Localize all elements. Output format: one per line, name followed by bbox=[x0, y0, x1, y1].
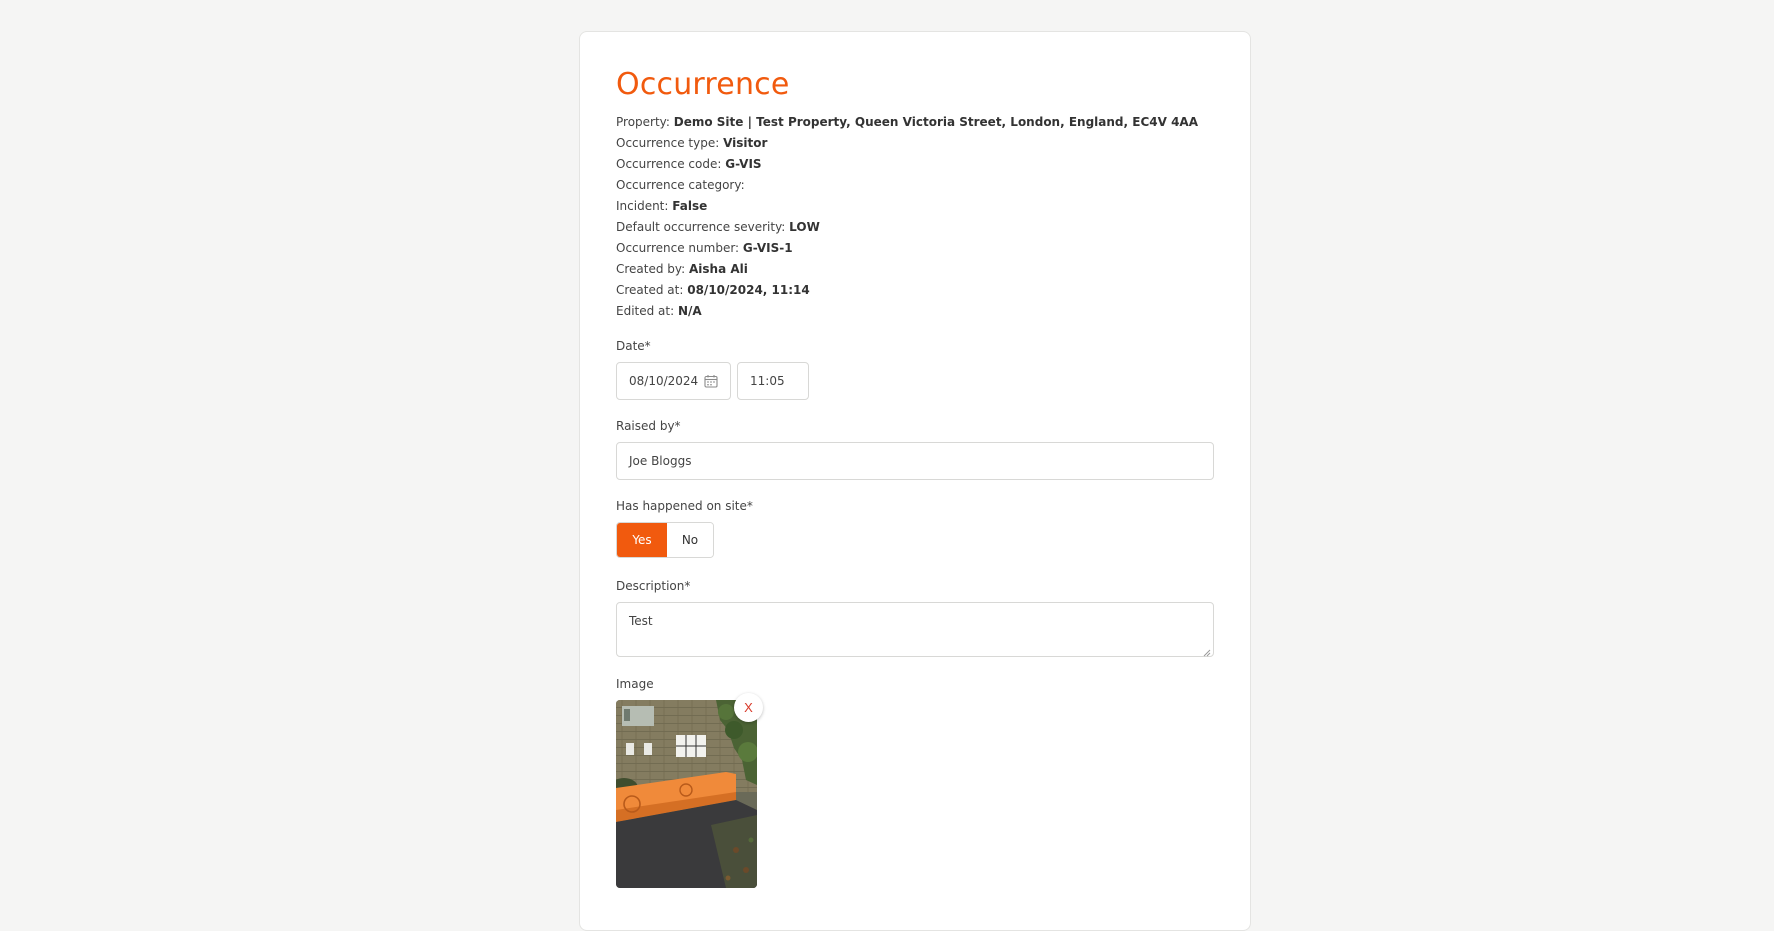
meta-created-by: Created by: Aisha Ali bbox=[616, 259, 1216, 280]
occurrence-card: Occurrence Property: Demo Site | Test Pr… bbox=[579, 31, 1251, 931]
description-value: Test bbox=[629, 614, 653, 628]
meta-label: Occurrence code: bbox=[616, 157, 726, 171]
uploaded-image[interactable] bbox=[616, 700, 757, 888]
resize-grip-icon[interactable] bbox=[1203, 646, 1211, 657]
meta-label: Incident: bbox=[616, 199, 673, 213]
on-site-yes-button[interactable]: Yes bbox=[617, 523, 667, 557]
on-site-toggle: Yes No bbox=[616, 522, 714, 558]
date-value: 08/10/2024 bbox=[629, 374, 699, 388]
meta-label: Occurrence type: bbox=[616, 136, 724, 150]
description-textarea[interactable]: Test bbox=[616, 602, 1214, 657]
meta-property: Property: Demo Site | Test Property, Que… bbox=[616, 112, 1216, 133]
image-label: Image bbox=[616, 677, 654, 691]
meta-value: Visitor bbox=[723, 136, 768, 150]
meta-value: 08/10/2024, 11:14 bbox=[687, 283, 810, 297]
meta-label: Created at: bbox=[616, 283, 688, 297]
date-input[interactable]: 08/10/2024 bbox=[616, 362, 731, 400]
meta-occurrence-type: Occurrence type: Visitor bbox=[616, 133, 1216, 154]
meta-value: False bbox=[672, 199, 708, 213]
meta-created-at: Created at: 08/10/2024, 11:14 bbox=[616, 280, 1216, 301]
uploaded-image-graphic bbox=[616, 700, 757, 888]
meta-occurrence-code: Occurrence code: G-VIS bbox=[616, 154, 1216, 175]
meta-label: Occurrence number: bbox=[616, 241, 743, 255]
meta-default-severity: Default occurrence severity: LOW bbox=[616, 217, 1216, 238]
meta-label: Edited at: bbox=[616, 304, 678, 318]
meta-occurrence-category: Occurrence category: bbox=[616, 175, 1216, 196]
meta-value: Aisha Ali bbox=[689, 262, 748, 276]
meta-value: Demo Site | Test Property, Queen Victori… bbox=[673, 115, 1198, 129]
meta-label: Default occurrence severity: bbox=[616, 220, 790, 234]
raised-by-label: Raised by* bbox=[616, 419, 681, 433]
time-input[interactable]: 11:05 bbox=[737, 362, 809, 400]
meta-occurrence-number: Occurrence number: G-VIS-1 bbox=[616, 238, 1216, 259]
meta-incident: Incident: False bbox=[616, 196, 1216, 217]
meta-label: Created by: bbox=[616, 262, 690, 276]
date-label: Date* bbox=[616, 339, 651, 353]
meta-value: G-VIS bbox=[725, 157, 762, 171]
raised-by-input[interactable]: Joe Bloggs bbox=[616, 442, 1214, 480]
page-title: Occurrence bbox=[616, 67, 790, 102]
remove-image-button[interactable]: X bbox=[734, 693, 763, 722]
description-label: Description* bbox=[616, 579, 691, 593]
meta-label: Property: bbox=[616, 115, 674, 129]
meta-value: G-VIS-1 bbox=[742, 241, 793, 255]
meta-label: Occurrence category: bbox=[616, 178, 745, 192]
meta-value: LOW bbox=[789, 220, 820, 234]
on-site-no-button[interactable]: No bbox=[667, 523, 713, 557]
meta-value: N/A bbox=[677, 304, 702, 318]
occurrence-details: Property: Demo Site | Test Property, Que… bbox=[616, 112, 1216, 322]
on-site-label: Has happened on site* bbox=[616, 499, 753, 513]
meta-edited-at: Edited at: N/A bbox=[616, 301, 1216, 322]
calendar-icon[interactable] bbox=[704, 374, 718, 388]
